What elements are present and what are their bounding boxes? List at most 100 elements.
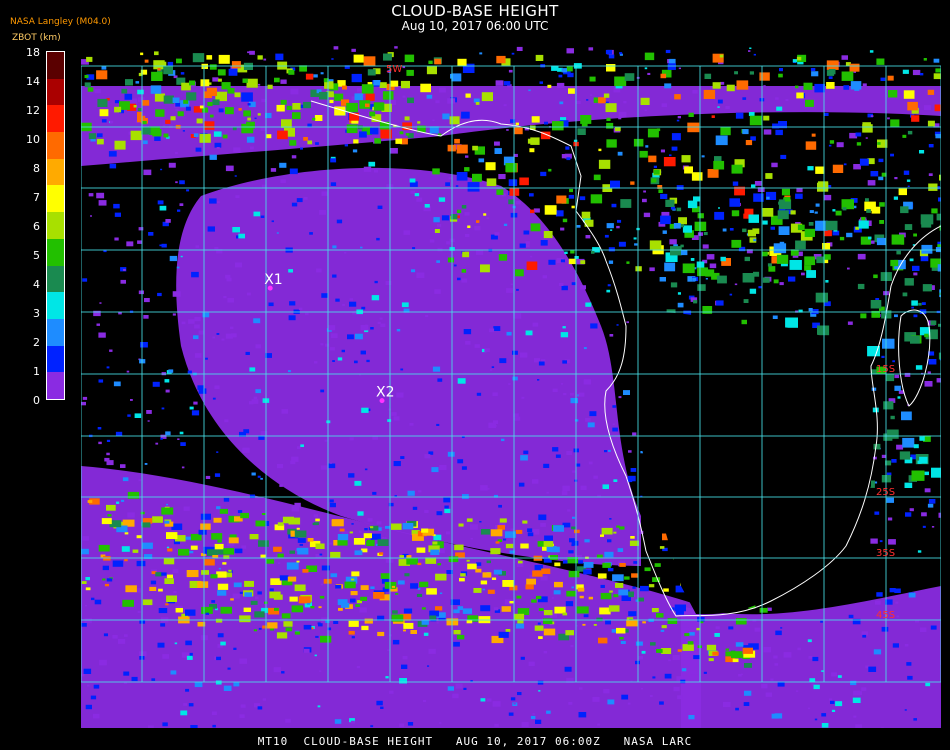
latitude-label: 35S [876,548,895,559]
cloud-pixel [102,565,109,571]
cloud-pixel [432,119,435,122]
cloud-pixel [763,129,772,135]
cloud-pixel [628,611,637,617]
cloud-pixel [484,348,490,353]
cloud-pixel [928,499,936,504]
cloud-pixel [879,220,884,224]
cloud-pixel [815,203,820,207]
cloud-pixel [496,55,506,64]
cloud-pixel [570,250,575,254]
cloud-pixel [330,347,335,351]
legend-tick-label: 7 [33,191,40,204]
cloud-pixel [242,447,250,453]
cloud-pixel [917,550,922,553]
cloud-pixel [604,234,609,238]
cloud-pixel [85,604,87,607]
cloud-pixel [673,686,680,692]
cloud-pixel [644,109,647,111]
cloud-pixel [498,631,509,638]
cloud-pixel [742,97,747,100]
cloud-pixel [731,239,742,248]
legend-swatch [47,238,64,266]
cloud-pixel [460,573,466,577]
cloud-pixel [785,99,789,101]
cloud-pixel [924,333,929,338]
cloud-pixel [134,413,142,418]
cloud-pixel [255,389,261,394]
cloud-pixel [149,586,157,591]
cloud-pixel [821,670,824,672]
cloud-pixel [748,112,755,116]
cloud-pixel [280,179,286,184]
cloud-pixel [390,148,398,154]
cloud-pixel [315,543,325,549]
cloud-pixel [753,271,760,277]
cloud-pixel [113,203,120,209]
satellite-map[interactable]: 15S 25S 35S 45S 5W X1 X2 [81,46,941,728]
cloud-pixel [453,609,460,614]
cloud-pixel [861,687,867,691]
cloud-pixel [351,523,354,525]
cloud-pixel [890,415,895,420]
cloud-pixel [906,662,912,666]
cloud-pixel [880,77,886,81]
cloud-pixel [606,139,617,148]
cloud-pixel [518,560,523,564]
cloud-pixel [257,475,261,478]
cloud-pixel [198,388,207,394]
cloud-pixel [824,112,829,116]
cloud-pixel [919,456,928,464]
legend-tick-label: 5 [33,249,40,262]
cloud-pixel [753,53,756,56]
cloud-pixel [402,655,408,660]
cloud-pixel [843,85,850,90]
cloud-pixel [751,184,756,188]
cloud-pixel [887,117,890,120]
cloud-pixel [797,647,801,651]
cloud-pixel [555,210,564,217]
cloud-pixel [131,676,138,682]
cloud-pixel [539,81,543,84]
cloud-pixel [668,659,671,662]
cloud-pixel [164,379,170,383]
cloud-pixel [472,173,482,182]
cloud-pixel [796,56,802,61]
cloud-pixel [361,407,369,413]
cloud-pixel [165,119,171,124]
cloud-pixel [835,701,843,707]
cloud-pixel [561,285,568,291]
legend-tick-label: 8 [33,162,40,175]
latitude-label: 45S [876,610,895,621]
cloud-pixel [215,618,223,623]
cloud-pixel [456,634,465,640]
cloud-pixel [309,232,313,235]
cloud-pixel [199,133,211,143]
cloud-pixel [227,667,231,670]
cloud-pixel [138,651,147,657]
cloud-pixel [275,53,284,61]
cloud-pixel [692,89,698,94]
cloud-pixel [495,80,504,86]
cloud-pixel [210,574,218,579]
cloud-pixel [321,565,330,571]
cloud-pixel [393,461,401,467]
cloud-pixel [412,506,418,510]
cloud-pixel [228,537,239,544]
cloud-pixel [165,389,170,393]
cloud-pixel [931,526,935,528]
cloud-pixel [705,278,708,280]
cloud-pixel [584,539,590,543]
cloud-pixel [618,117,622,120]
cloud-pixel [211,600,216,603]
map-timestamp: Aug 10, 2017 06:00 UTC [401,19,549,33]
cloud-pixel [562,218,568,223]
cloud-pixel [305,312,309,316]
cloud-pixel [86,56,93,62]
cloud-pixel [200,79,210,87]
cloud-pixel [144,298,150,303]
cloud-pixel [455,683,463,689]
cloud-pixel [551,597,554,599]
cloud-pixel [476,562,482,566]
cloud-pixel [124,93,133,100]
cloud-pixel [150,580,157,585]
